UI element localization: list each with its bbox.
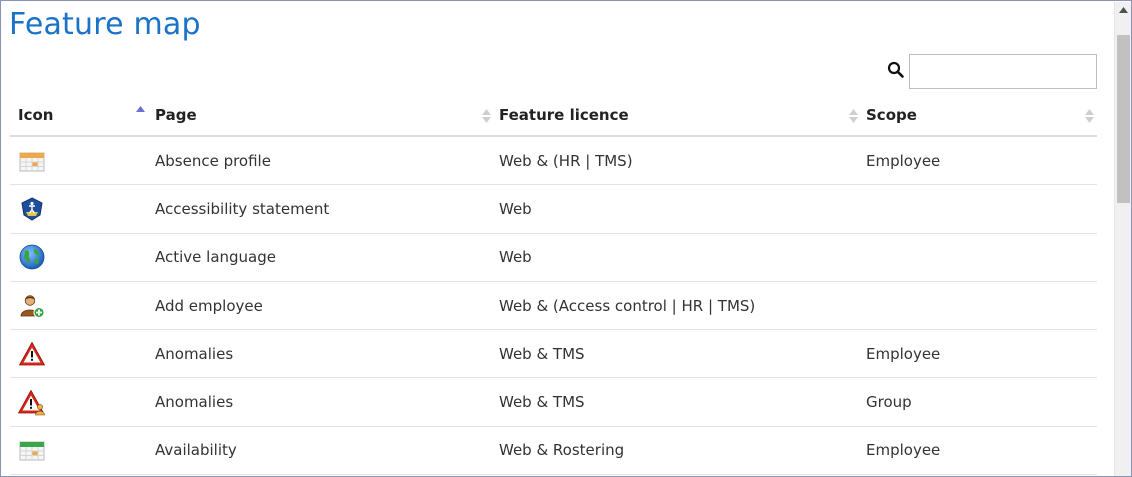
- table-row[interactable]: Add employee Web & (Access control | HR …: [10, 282, 1097, 331]
- scroll-up-arrow-icon[interactable]: [1115, 2, 1132, 19]
- page-cell: Active language: [155, 248, 277, 267]
- calendar-orange-icon: [19, 152, 45, 172]
- column-header-page[interactable]: Page: [147, 95, 491, 135]
- column-header-label: Icon: [18, 106, 54, 124]
- feature-licence-cell: Web: [499, 248, 532, 267]
- vertical-scrollbar[interactable]: [1114, 2, 1132, 476]
- table-row[interactable]: Anomalies Web & TMS Group: [10, 378, 1097, 427]
- column-header-label: Scope: [866, 106, 917, 124]
- sort-ascending-icon: [136, 106, 145, 112]
- table-header: Icon Page Feature licence Scope: [10, 95, 1097, 137]
- column-header-label: Feature licence: [499, 106, 629, 124]
- column-header-label: Page: [155, 106, 197, 124]
- page-cell: Accessibility statement: [155, 199, 330, 218]
- sort-both-icon: [482, 109, 491, 123]
- feature-table: Icon Page Feature licence Scope Absence …: [10, 95, 1097, 476]
- feature-licence-cell: Web & (HR | TMS): [499, 151, 633, 170]
- table-row[interactable]: Absence profile Web & (HR | TMS) Employe…: [10, 137, 1097, 186]
- scope-cell: Employee: [866, 344, 941, 363]
- scope-cell: Employee: [866, 151, 941, 170]
- column-header-icon[interactable]: Icon: [10, 95, 147, 135]
- feature-map-window: Feature map Icon Page Feature licence Sc…: [0, 0, 1132, 477]
- table-row[interactable]: Availability Web & Rostering Employee: [10, 427, 1097, 476]
- page-cell: Anomalies: [155, 393, 234, 412]
- warning-group-icon: [18, 389, 45, 416]
- feature-licence-cell: Web: [499, 199, 532, 218]
- feature-licence-cell: Web & TMS: [499, 393, 585, 412]
- search-icon: [887, 61, 905, 79]
- page-title: Feature map: [9, 7, 201, 42]
- page-cell: Absence profile: [155, 151, 271, 170]
- column-header-feature-licence[interactable]: Feature licence: [491, 95, 858, 135]
- scope-cell: Employee: [866, 441, 941, 460]
- feature-licence-cell: Web & (Access control | HR | TMS): [499, 296, 756, 315]
- page-cell: Add employee: [155, 296, 263, 315]
- sort-both-icon: [849, 109, 858, 123]
- table-row[interactable]: Accessibility statement Web: [10, 185, 1097, 234]
- feature-licence-cell: Web & TMS: [499, 344, 585, 363]
- feature-licence-cell: Web & Rostering: [499, 441, 625, 460]
- warning-icon: [18, 341, 46, 366]
- accessibility-shield-icon: [21, 197, 43, 221]
- table-row[interactable]: Anomalies Web & TMS Employee: [10, 330, 1097, 379]
- calendar-green-icon: [19, 441, 45, 461]
- add-person-icon: [20, 294, 45, 318]
- column-header-scope[interactable]: Scope: [858, 95, 1097, 135]
- table-row[interactable]: Active language Web: [10, 234, 1097, 282]
- search-input[interactable]: [909, 54, 1097, 89]
- scope-cell: Group: [866, 393, 912, 412]
- sort-both-icon: [1085, 109, 1094, 123]
- scroll-thumb[interactable]: [1117, 35, 1130, 203]
- page-cell: Anomalies: [155, 344, 234, 363]
- page-cell: Availability: [155, 441, 237, 460]
- globe-icon: [19, 244, 45, 270]
